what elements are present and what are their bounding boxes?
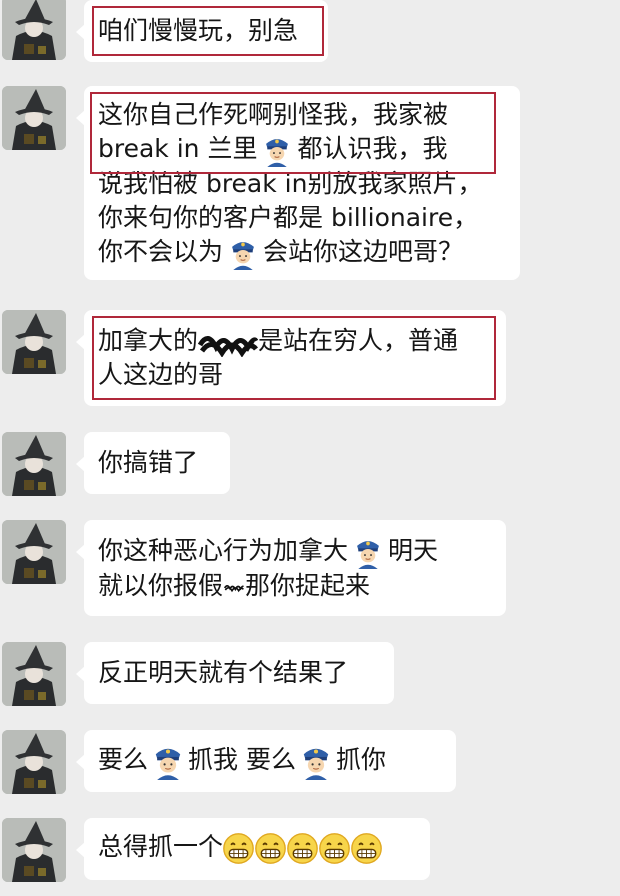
message-text: 要么 [98, 745, 149, 774]
message-text: 反正明天就有个结果了 [98, 658, 349, 687]
witch-avatar-icon[interactable] [2, 432, 66, 496]
police-officer-emoji-icon [144, 742, 192, 780]
message-text: 就以你报假 [98, 571, 224, 600]
message-text: 这你自己作死啊别怪我，我家被 [98, 100, 449, 129]
message-bubble[interactable]: 咱们慢慢玩，别急 [76, 0, 328, 62]
message-bubble[interactable]: 反正明天就有个结果了 [76, 642, 394, 704]
message-text: 都认识我，我 [297, 134, 448, 163]
message-text: 咱们慢慢玩，别急 [98, 16, 299, 45]
grinning-face-emoji-icon [254, 832, 287, 865]
message-text: 总得抓一个 [98, 832, 224, 861]
message-bubble[interactable]: 总得抓一个 [76, 818, 430, 880]
witch-avatar-icon[interactable] [2, 730, 66, 794]
grinning-face-emoji-icon [350, 832, 383, 865]
message-bubble[interactable]: 要么 抓我 要么 抓你 [76, 730, 456, 792]
message-text: 你搞错了 [98, 448, 199, 477]
message-text: 你不会以为 [98, 237, 224, 266]
message-bubble[interactable]: 你搞错了 [76, 432, 230, 494]
message-text: 会站你这边吧哥？ [263, 237, 464, 266]
scribble-redaction-icon [223, 572, 245, 602]
message-bubble[interactable]: 你这种恶心行为加拿大 明天 就以你报假 那你捉起来 [76, 520, 506, 616]
scribble-redaction-icon [198, 327, 258, 357]
message-text: 明天 [388, 536, 439, 565]
message-text: 你来句你的客户都是 billionaire， [98, 203, 479, 232]
message-bubble[interactable]: 这你自己作死啊别怪我，我家被 break in 兰里 都认识我，我 说我怕被 br… [76, 86, 520, 280]
witch-avatar-icon[interactable] [2, 520, 66, 584]
message-text: 人这边的哥 [98, 360, 224, 389]
message-bubble[interactable]: 加拿大的 是站在穷人，普通 人这边的哥 [76, 310, 506, 406]
police-officer-emoji-icon [344, 535, 392, 569]
witch-avatar-icon[interactable] [2, 642, 66, 706]
witch-avatar-icon[interactable] [2, 818, 66, 882]
grinning-face-emoji-icon [318, 832, 351, 865]
witch-avatar-icon[interactable] [2, 310, 66, 374]
witch-avatar-icon[interactable] [2, 86, 66, 150]
message-text: 加拿大的 [98, 326, 199, 355]
message-text: 是站在穷人，普通 [258, 326, 459, 355]
witch-avatar-icon[interactable] [2, 0, 66, 60]
message-text: 说我怕被 break in别放我家照片， [98, 169, 483, 198]
police-officer-emoji-icon [292, 742, 340, 780]
message-text: 那你捉起来 [245, 571, 371, 600]
police-officer-emoji-icon [219, 236, 267, 270]
message-text: 你这种恶心行为加拿大 [98, 536, 349, 565]
message-text: 抓我 要么 [188, 745, 296, 774]
message-text: break in 兰里 [98, 134, 258, 163]
message-text: 抓你 [335, 745, 386, 774]
police-officer-emoji-icon [253, 133, 301, 167]
grinning-face-emoji-icon [286, 832, 319, 865]
grinning-face-emoji-icon [222, 832, 255, 865]
